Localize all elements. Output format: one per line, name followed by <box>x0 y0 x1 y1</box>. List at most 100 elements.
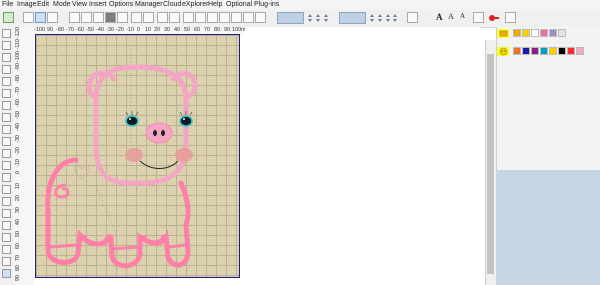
h-tick: 70 <box>204 27 211 33</box>
thread-spool-icon[interactable] <box>499 29 508 38</box>
satin-tool-button[interactable] <box>2 173 11 182</box>
menu-manager[interactable]: Manager <box>135 1 163 8</box>
zoom-in-button[interactable] <box>183 12 194 23</box>
knife-tool-button[interactable] <box>2 233 11 242</box>
lettering-tool-button[interactable] <box>2 209 11 218</box>
text-button[interactable]: A <box>436 12 443 22</box>
alignment-buttons-group <box>368 13 398 23</box>
menu-file[interactable]: File <box>2 1 13 8</box>
arrow-select-icon[interactable] <box>2 29 11 38</box>
text-size-button[interactable]: A <box>448 12 454 21</box>
print-button[interactable] <box>105 12 116 23</box>
v-tick: -10 <box>15 159 21 167</box>
tool-button[interactable] <box>255 12 266 23</box>
save-button[interactable] <box>93 12 104 23</box>
cut-tool-button[interactable] <box>2 221 11 230</box>
copy-button[interactable] <box>131 12 142 23</box>
square-icon[interactable] <box>2 101 11 110</box>
palette-swatch-2-1[interactable] <box>513 47 521 55</box>
h-tick: -100 <box>34 27 46 33</box>
measure-tool-button[interactable] <box>2 89 11 98</box>
menu-explorer[interactable]: eXplorer <box>182 1 208 8</box>
line-tool-button[interactable] <box>2 137 11 146</box>
hoop-button[interactable] <box>505 12 516 23</box>
menu-insert[interactable]: Insert <box>89 1 107 8</box>
menu-options[interactable]: Options <box>109 1 133 8</box>
size-select[interactable] <box>339 12 366 24</box>
cut-button[interactable] <box>117 12 128 23</box>
palette-swatch-2-8[interactable] <box>576 47 584 55</box>
grid-tool-button[interactable] <box>2 269 11 278</box>
h-tick: 40 <box>174 27 181 33</box>
view-3d-button[interactable] <box>219 12 230 23</box>
import-button[interactable] <box>35 12 46 23</box>
text-small-button[interactable]: A <box>460 12 465 20</box>
fill-tool-button[interactable] <box>2 161 11 170</box>
v-tick: 90 <box>15 275 21 282</box>
palette-swatch-2-4[interactable] <box>540 47 548 55</box>
edit-points-button[interactable] <box>2 53 11 62</box>
new-button[interactable] <box>3 12 14 23</box>
palette-swatch-2-2[interactable] <box>522 47 530 55</box>
menu-edit[interactable]: Edit <box>37 1 49 8</box>
settings-button[interactable] <box>243 12 254 23</box>
menu-help[interactable]: Help <box>208 1 222 8</box>
open-file-button[interactable] <box>81 12 92 23</box>
scrollbar-thumb[interactable] <box>487 54 494 274</box>
palette-swatch-1-2[interactable] <box>522 29 530 37</box>
palette-swatch-1-5[interactable] <box>549 29 557 37</box>
grid-button[interactable] <box>231 12 242 23</box>
menu-image[interactable]: Image <box>17 1 36 8</box>
zoom-fit-button[interactable] <box>207 12 218 23</box>
menu-cloud[interactable]: Cloud <box>163 1 181 8</box>
circle-icon[interactable] <box>2 113 11 122</box>
alignment-buttons-icon[interactable] <box>368 13 398 23</box>
rotate-icon[interactable] <box>2 65 11 74</box>
heart-doodle <box>74 165 90 180</box>
v-tick: -120 <box>15 27 21 39</box>
morph-tool-button[interactable] <box>2 245 11 254</box>
palette-swatch-1-4[interactable] <box>540 29 548 37</box>
palette-swatch-1-6[interactable] <box>558 29 566 37</box>
palette-swatch-2-5[interactable] <box>549 47 557 55</box>
h-tick: -40 <box>96 27 104 33</box>
palette-swatch-2-6[interactable] <box>558 47 566 55</box>
design-canvas[interactable] <box>35 34 240 278</box>
arrow-buttons-group <box>306 13 332 23</box>
h-tick: 10 <box>145 27 152 33</box>
palette-swatch-1-3[interactable] <box>531 29 539 37</box>
stitch-tool-button[interactable] <box>2 257 11 266</box>
pan-tool-button[interactable] <box>2 41 11 50</box>
zoom-out-button[interactable] <box>195 12 206 23</box>
palette-swatch-2-3[interactable] <box>531 47 539 55</box>
text-effect-button[interactable] <box>473 12 484 23</box>
new-file-button[interactable] <box>69 12 80 23</box>
palette-swatch-2-7[interactable] <box>567 47 575 55</box>
palette-swatch-1-1[interactable] <box>513 29 521 37</box>
record-button[interactable] <box>487 12 499 24</box>
open-button[interactable] <box>23 12 34 23</box>
undo-button[interactable] <box>157 12 168 23</box>
v-tick: -50 <box>15 111 21 119</box>
paste-button[interactable] <box>143 12 154 23</box>
applique-tool-button[interactable] <box>2 197 11 206</box>
pig-face-icon[interactable] <box>499 47 508 56</box>
zoom-icon[interactable] <box>2 77 11 86</box>
polygon-tool-button[interactable] <box>2 125 11 134</box>
v-tick: -100 <box>15 51 21 63</box>
style-select[interactable] <box>277 12 304 24</box>
v-tick: -20 <box>15 147 21 155</box>
bold-button[interactable] <box>407 12 418 23</box>
menu-view[interactable]: View <box>72 1 87 8</box>
vertical-scrollbar[interactable] <box>485 40 496 285</box>
h-tick: -70 <box>66 27 74 33</box>
run-tool-button[interactable] <box>2 185 11 194</box>
export-button[interactable] <box>47 12 58 23</box>
text-tool-button[interactable] <box>2 149 11 158</box>
menu-bar: File Image Edit Mode View Insert Options… <box>0 0 600 10</box>
menu-plugins[interactable]: Optional Plug-ins <box>226 1 279 8</box>
redo-button[interactable] <box>169 12 180 23</box>
arrow-buttons-icon[interactable] <box>306 13 332 23</box>
workspace-area[interactable] <box>245 27 480 285</box>
menu-mode[interactable]: Mode <box>53 1 71 8</box>
